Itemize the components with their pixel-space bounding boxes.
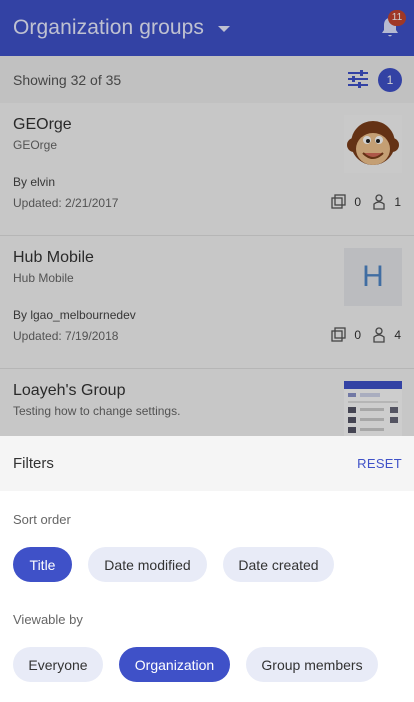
group-thumbnail-monkey-icon — [344, 115, 402, 173]
items-icon — [331, 194, 346, 209]
showing-count: Showing 32 of 35 — [13, 71, 122, 88]
filters-title: Filters — [13, 455, 54, 472]
group-owner: By elvin — [13, 175, 56, 189]
filters-header: Filters RESET — [0, 436, 414, 491]
group-subtitle: GEOrge — [13, 138, 58, 152]
results-bar: Showing 32 of 35 1 — [0, 56, 414, 103]
groups-list: Showing 32 of 35 1 GEOrge GEOrge By elvi… — [0, 56, 414, 436]
filters-sheet: Filters RESET Sort order Title Date modi… — [0, 436, 414, 702]
group-thumbnail-letter: H — [344, 248, 402, 306]
viewable-by-label: Viewable by — [13, 612, 83, 627]
viewable-group-members-chip[interactable]: Group members — [246, 647, 378, 682]
members-count: 1 — [371, 194, 401, 210]
group-subtitle: Testing how to change settings. — [13, 404, 181, 418]
group-updated: Updated: 2/21/2017 — [13, 196, 119, 210]
sort-title-chip[interactable]: Title — [13, 547, 72, 582]
person-icon — [373, 194, 385, 210]
group-subtitle: Hub Mobile — [13, 271, 74, 285]
app-header: Organization groups 11 — [0, 0, 414, 56]
list-item[interactable]: Loayeh's Group Testing how to change set… — [0, 369, 414, 436]
items-icon — [331, 327, 346, 342]
reset-button[interactable]: RESET — [357, 456, 402, 471]
group-title: Loayeh's Group — [13, 382, 126, 399]
group-thumbnail-screenshot-icon — [344, 381, 402, 436]
chevron-down-icon[interactable] — [218, 26, 231, 32]
sort-date-modified-chip[interactable]: Date modified — [88, 547, 207, 582]
page-title[interactable]: Organization groups — [13, 16, 204, 40]
viewable-everyone-chip[interactable]: Everyone — [13, 647, 103, 682]
viewable-organization-chip[interactable]: Organization — [119, 647, 230, 682]
notification-badge: 11 — [388, 10, 406, 26]
group-owner: By lgao_melbournedev — [13, 308, 136, 322]
active-filter-badge[interactable]: 1 — [378, 68, 402, 92]
person-icon — [373, 327, 385, 343]
items-count: 0 — [331, 327, 361, 343]
members-count: 4 — [371, 327, 401, 343]
filter-tune-icon[interactable] — [348, 70, 368, 88]
sort-order-label: Sort order — [13, 512, 71, 527]
group-title: GEOrge — [13, 116, 72, 133]
group-updated: Updated: 7/19/2018 — [13, 329, 119, 343]
notifications-button[interactable]: 11 — [380, 10, 406, 38]
list-item[interactable]: GEOrge GEOrge By elvin Updated: 2/21/201… — [0, 103, 414, 236]
sort-date-created-chip[interactable]: Date created — [223, 547, 334, 582]
group-title: Hub Mobile — [13, 249, 94, 266]
list-item[interactable]: Hub Mobile Hub Mobile By lgao_melbourned… — [0, 236, 414, 369]
items-count: 0 — [331, 194, 361, 210]
